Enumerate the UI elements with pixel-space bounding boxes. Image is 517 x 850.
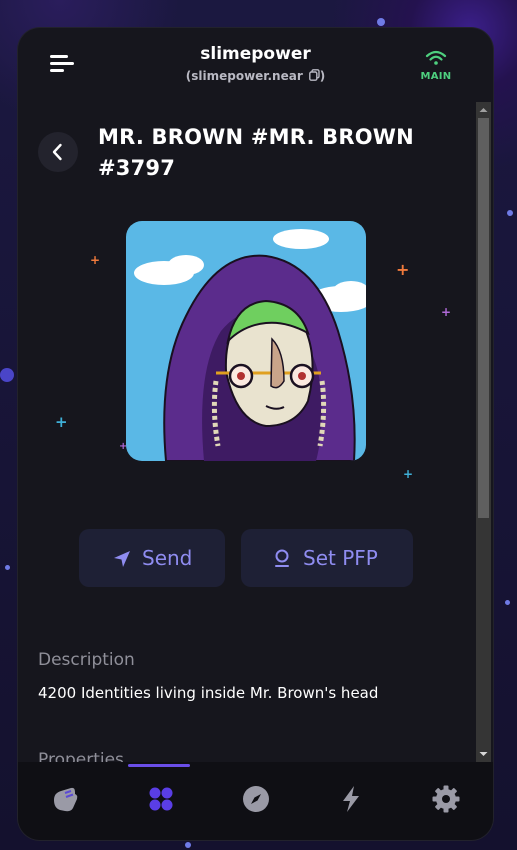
scroll-down-arrow-icon[interactable] <box>476 748 491 760</box>
scrollbar-thumb[interactable] <box>478 118 489 518</box>
bg-dot <box>185 842 191 848</box>
user-icon <box>275 549 289 567</box>
send-plane-icon <box>114 551 130 567</box>
nft-image[interactable] <box>126 221 366 461</box>
bg-dot <box>507 210 513 216</box>
wallet-icon <box>54 787 78 812</box>
bg-dot <box>377 18 385 26</box>
settings-gear-icon <box>432 785 460 813</box>
network-label: MAIN <box>420 71 452 82</box>
set-pfp-button[interactable]: Set PFP <box>241 529 413 587</box>
explore-compass-icon <box>243 786 269 812</box>
nav-activity[interactable] <box>303 762 398 840</box>
nft-detail: MR. BROWN #MR. BROWN #3797 + + + + + + S… <box>18 102 476 762</box>
nft-title: MR. BROWN #MR. BROWN #3797 <box>98 125 414 180</box>
description-text: 4200 Identities living inside Mr. Brown'… <box>38 684 379 702</box>
back-button[interactable] <box>38 132 78 172</box>
chevron-left-icon <box>52 143 62 161</box>
scroll-up-arrow-icon[interactable] <box>476 104 491 116</box>
sparkle-icon: + <box>441 305 452 319</box>
set-pfp-label: Set PFP <box>303 546 378 570</box>
nav-explore[interactable] <box>208 762 303 840</box>
activity-bolt-icon <box>343 786 359 812</box>
nav-collectibles[interactable] <box>113 762 208 840</box>
sparkle-icon: + <box>55 413 68 431</box>
bg-dot <box>5 565 10 570</box>
bg-dot <box>505 600 510 605</box>
header: slimepower (slimepower.near) MAIN <box>18 28 493 102</box>
nft-artwork-icon <box>126 221 366 461</box>
nav-wallet[interactable] <box>18 762 113 840</box>
wallet-panel: slimepower (slimepower.near) MAIN MR. BR… <box>18 28 493 840</box>
scrollbar[interactable] <box>476 102 491 762</box>
account-id-close: ) <box>319 69 326 83</box>
properties-heading: Properties <box>38 750 124 762</box>
account-id: (slimepower.near <box>185 69 303 83</box>
sparkle-icon: + <box>403 467 414 481</box>
sparkle-icon: + <box>90 253 101 267</box>
sparkle-icon: + <box>396 260 410 279</box>
description-heading: Description <box>38 650 135 670</box>
copy-icon[interactable] <box>308 69 320 84</box>
bg-dot <box>0 368 14 382</box>
collectibles-icon <box>149 787 173 811</box>
network-indicator[interactable]: MAIN <box>419 50 453 82</box>
bottom-nav <box>18 762 493 840</box>
send-button[interactable]: Send <box>79 529 225 587</box>
wifi-icon <box>425 50 447 70</box>
nav-settings[interactable] <box>398 762 493 840</box>
send-label: Send <box>142 546 193 570</box>
